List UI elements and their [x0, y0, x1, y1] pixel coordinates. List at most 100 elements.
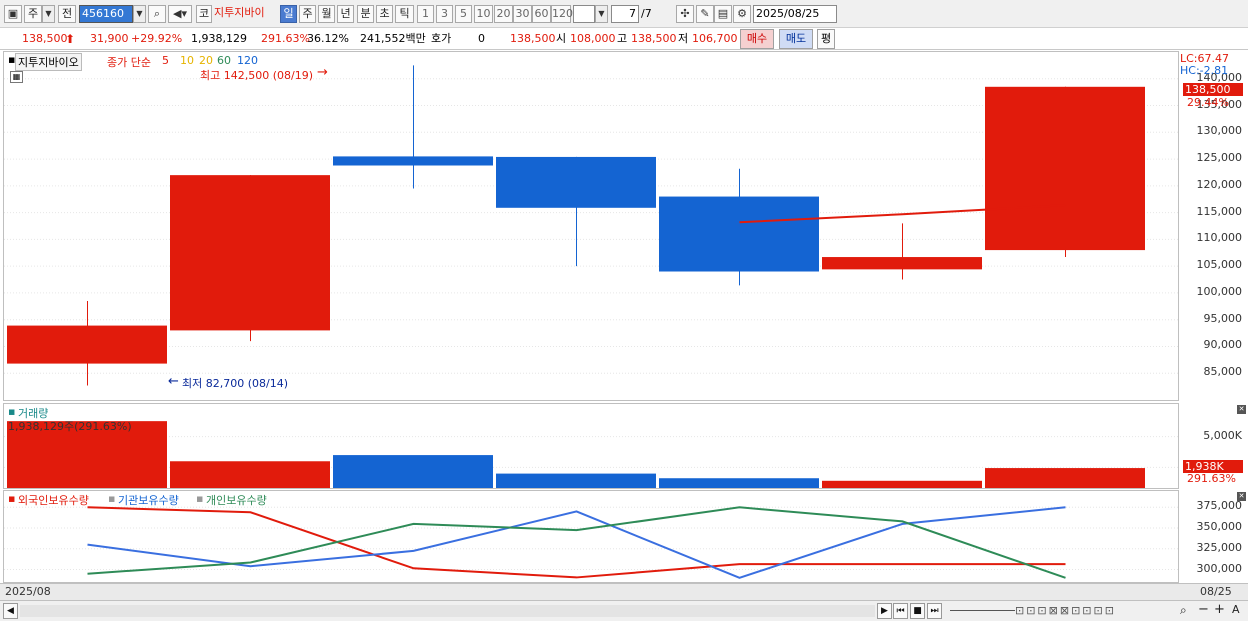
legend-institution: 기관보유수량 — [118, 494, 179, 507]
calculator-icon[interactable]: ▦ — [10, 71, 23, 83]
period-type-select[interactable]: 주 — [24, 5, 42, 23]
tab-tick[interactable]: 틱 — [395, 5, 414, 23]
institution-holdings-line — [87, 506, 1066, 579]
market-flag[interactable]: 코 — [196, 5, 212, 23]
rewind-icon[interactable]: ⏮ — [893, 603, 908, 619]
interval-10[interactable]: 10 — [474, 5, 493, 23]
chevron-down-icon[interactable]: ▼ — [42, 5, 55, 23]
current-price: 138,500 — [22, 32, 68, 45]
interval-dropdown-icon[interactable]: ▼ — [595, 5, 608, 23]
stock-name-label: 지투지바이 — [214, 6, 265, 19]
legend-individual: 개인보유수량 — [206, 494, 267, 507]
holdings-chart[interactable] — [4, 491, 1178, 582]
interval-30[interactable]: 30 — [513, 5, 532, 23]
zoom-slider[interactable] — [950, 610, 1015, 611]
ma-legend-prefix: 종가 단순 — [107, 56, 151, 69]
sell-button[interactable]: 매도 — [779, 29, 813, 49]
tab-month[interactable]: 월 — [318, 5, 335, 23]
right-arrow-icon: → — [317, 65, 328, 80]
close-icon[interactable]: ✕ — [1237, 405, 1246, 414]
prev-button[interactable]: 전 — [58, 5, 76, 23]
current-price-pct: 29.44% — [1187, 96, 1229, 109]
price-tick-label: 120,000 — [1196, 177, 1243, 191]
quote-bar: 138,500 ⬆ 31,900 +29.92% 1,938,129 291.6… — [0, 28, 1248, 50]
stop-icon[interactable]: ■ — [910, 603, 925, 619]
current-price-tag: 138,500 — [1183, 83, 1243, 96]
volume-tick-label: 5,000K — [1203, 428, 1242, 442]
volume-panel-marker-icon: ▪ — [8, 405, 16, 418]
page-input[interactable]: 7 — [611, 5, 639, 23]
tab-day[interactable]: 일 — [280, 5, 297, 23]
high-price: 138,500 — [631, 32, 677, 45]
ma-legend-10: 10 — [180, 54, 194, 67]
speaker-icon[interactable]: ◀▾ — [168, 5, 192, 23]
low-label: 저 — [678, 32, 689, 45]
scroll-right-icon[interactable]: ▶ — [877, 603, 892, 619]
chart-stock-name[interactable]: 지투지바이오 — [15, 53, 82, 71]
ma-legend-120: 120 — [237, 54, 258, 67]
holdings-tick-label: 325,000 — [1196, 540, 1243, 554]
candle-body — [333, 156, 493, 166]
buy-button[interactable]: 매수 — [740, 29, 774, 49]
open-label: 시 — [556, 32, 567, 45]
left-arrow-icon: ← — [168, 374, 179, 389]
high-annotation: 최고 142,500 (08/19) — [200, 69, 314, 82]
save-icon[interactable]: ▤ — [714, 5, 732, 23]
tab-minute[interactable]: 분 — [357, 5, 374, 23]
code-dropdown-icon[interactable]: ▼ — [133, 5, 146, 23]
drawing-tools-icon[interactable]: ⊡⊡⊡⊠⊠⊡⊡⊡⊡ — [1015, 604, 1116, 617]
avg-button[interactable]: 평 — [817, 29, 835, 49]
turnover-rate: 36.12% — [307, 32, 349, 45]
holdings-tick-label: 300,000 — [1196, 561, 1243, 575]
volume-bar — [333, 455, 493, 488]
bid-value: 0 — [478, 32, 485, 45]
page-total: /7 — [641, 7, 652, 20]
volume-ratio: 291.63% — [261, 32, 310, 45]
zoom-icon[interactable]: ⌕ — [1180, 603, 1187, 618]
legend-foreign: 외국인보유수량 — [18, 494, 89, 507]
interval-120[interactable]: 120 — [551, 5, 573, 23]
interval-input[interactable] — [573, 5, 595, 23]
holdings-axis: ✕ 375,000 350,000 325,000 300,000 — [1180, 490, 1248, 583]
window-icon[interactable]: ▣ — [4, 5, 22, 23]
tab-year[interactable]: 년 — [337, 5, 354, 23]
zoom-out-icon[interactable]: − — [1198, 602, 1209, 617]
price-tick-label: 105,000 — [1196, 258, 1243, 272]
legend-marker-icon: ▪ — [108, 492, 116, 505]
price-tick-label: 125,000 — [1196, 151, 1243, 165]
zoom-in-icon[interactable]: + — [1214, 602, 1225, 617]
text-tool-icon[interactable]: A — [1232, 603, 1240, 616]
interval-60[interactable]: 60 — [532, 5, 551, 23]
up-arrow-icon: ⬆ — [65, 32, 76, 46]
volume-value: 1,938,129 — [191, 32, 247, 45]
holdings-chart-panel: ▪ 외국인보유수량 ▪ 기관보유수량 ▪ 개인보유수량 — [3, 490, 1179, 583]
individual-holdings-line — [87, 506, 1066, 579]
candle-body — [7, 325, 167, 364]
scroll-track[interactable] — [20, 605, 875, 617]
price-chart[interactable] — [4, 52, 1178, 400]
ma-legend-60: 60 — [217, 54, 231, 67]
holdings-tick-label: 350,000 — [1196, 520, 1243, 534]
volume-chart[interactable] — [4, 404, 1178, 488]
interval-3[interactable]: 3 — [436, 5, 453, 23]
search-icon[interactable]: ⌕ — [148, 5, 166, 23]
candle-body — [822, 257, 982, 270]
crosshair-icon[interactable]: ✣ — [676, 5, 694, 23]
date-status-bar: 2025/08 08/25 — [0, 583, 1248, 600]
price-chart-panel: ▪ 지투지바이오 종가 단순 5 10 20 60 120 ▦ 최고 142,5… — [3, 51, 1179, 401]
interval-20[interactable]: 20 — [494, 5, 513, 23]
chart-scrollbar[interactable]: ◀ ▶ ⏮ ■ ⏭ ⊡⊡⊡⊠⊠⊡⊡⊡⊡ ⌕ − + A — [0, 600, 1248, 621]
drawing-icon[interactable]: ✎ — [696, 5, 714, 23]
date-input[interactable]: 2025/08/25 — [753, 5, 837, 23]
tab-second[interactable]: 초 — [376, 5, 393, 23]
interval-1[interactable]: 1 — [417, 5, 434, 23]
fast-forward-icon[interactable]: ⏭ — [927, 603, 942, 619]
interval-5[interactable]: 5 — [455, 5, 472, 23]
volume-bar — [170, 461, 330, 488]
gear-icon[interactable]: ⚙ — [733, 5, 751, 23]
price-tick-label: 100,000 — [1196, 284, 1243, 298]
scroll-left-icon[interactable]: ◀ — [3, 603, 18, 619]
stock-code-input[interactable]: 456160 — [79, 5, 133, 23]
tab-week[interactable]: 주 — [299, 5, 316, 23]
foreign-holdings-line — [87, 506, 1066, 579]
